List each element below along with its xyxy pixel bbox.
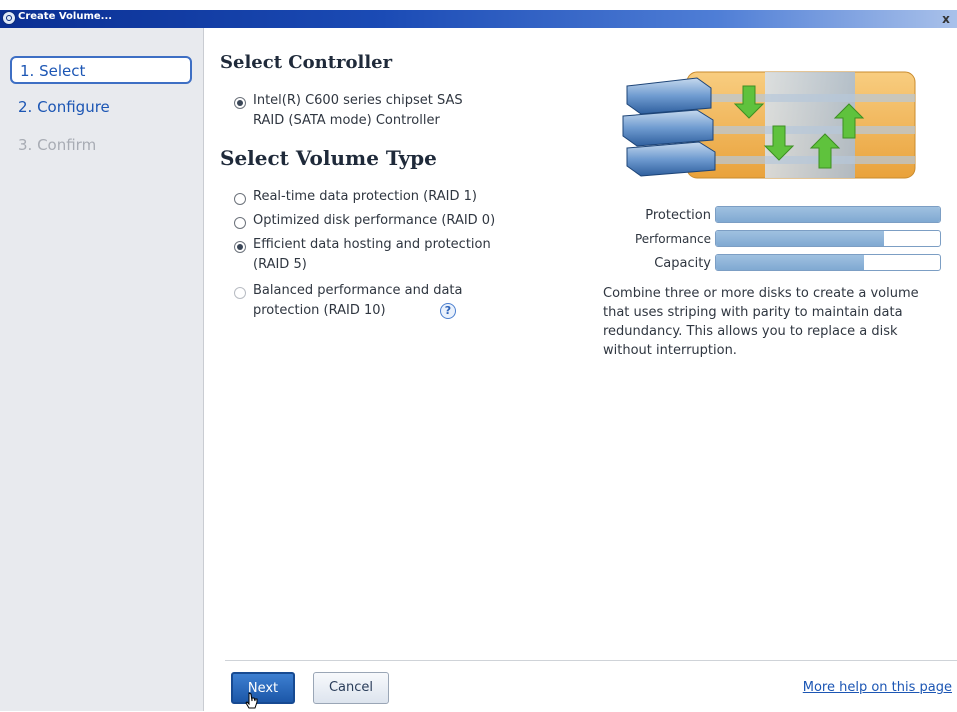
protection-label: Protection [645,208,711,223]
create-volume-dialog: Create Volume... x 1. Select 2. Configur… [0,0,957,711]
protection-meter [715,206,941,223]
step-select[interactable]: 1. Select [10,56,192,84]
radio-raid5[interactable] [234,241,246,253]
disk-platter-2 [622,109,714,147]
performance-label: Performance [634,232,711,246]
help-icon[interactable]: ? [440,303,456,319]
footer-divider [225,660,957,661]
capacity-meter [715,254,941,271]
app-icon [2,11,16,25]
option-raid10-label: Balanced performance and data protection… [253,281,463,321]
step-configure[interactable]: 2. Configure [10,94,192,122]
option-raid10-line1: Balanced performance and data [253,283,463,298]
performance-meter-fill [716,231,884,246]
cancel-button[interactable]: Cancel [313,672,389,704]
controller-option-label: Intel(R) C600 series chipset SAS RAID (S… [253,91,463,131]
option-raid1-label: Real-time data protection (RAID 1) [253,189,477,204]
radio-raid1[interactable] [234,193,246,205]
protection-meter-fill [716,207,940,222]
option-raid0-label: Optimized disk performance (RAID 0) [253,213,496,228]
title-bar-strip [0,10,957,28]
radio-raid0[interactable] [234,217,246,229]
mouse-cursor [245,692,258,709]
disk-platter-3 [626,141,716,177]
next-button[interactable]: Next [231,672,295,704]
main-content: Select Controller Intel(R) C600 series c… [205,28,957,711]
volume-type-description: Combine three or more disks to create a … [603,286,919,358]
select-volume-type-heading: Select Volume Type [220,146,437,170]
option-raid5-line1: Efficient data hosting and protection [253,237,491,252]
option-raid5-label: Efficient data hosting and protection (R… [253,235,491,275]
controller-option-line2: RAID (SATA mode) Controller [253,113,440,128]
disk-stack-body [686,71,916,179]
wizard-steps-sidebar: 1. Select 2. Configure 3. Confirm [0,28,204,711]
capacity-label: Capacity [654,256,711,271]
more-help-link[interactable]: More help on this page [803,680,952,695]
disk-platter-1 [626,77,712,115]
option-raid10-line2: protection (RAID 10) [253,303,386,318]
select-controller-heading: Select Controller [220,52,393,73]
controller-option-line1: Intel(R) C600 series chipset SAS [253,93,463,108]
title-bar: Create Volume... x [0,0,957,28]
capacity-meter-fill [716,255,864,270]
option-raid5-line2: (RAID 5) [253,257,307,272]
step-confirm: 3. Confirm [18,136,97,154]
close-button[interactable]: x [938,10,954,28]
radio-raid10[interactable] [234,287,246,299]
raid-disks-illustration [622,71,916,179]
performance-meter [715,230,941,247]
window-title: Create Volume... [18,11,113,22]
controller-radio-intel-c600[interactable] [234,97,246,109]
